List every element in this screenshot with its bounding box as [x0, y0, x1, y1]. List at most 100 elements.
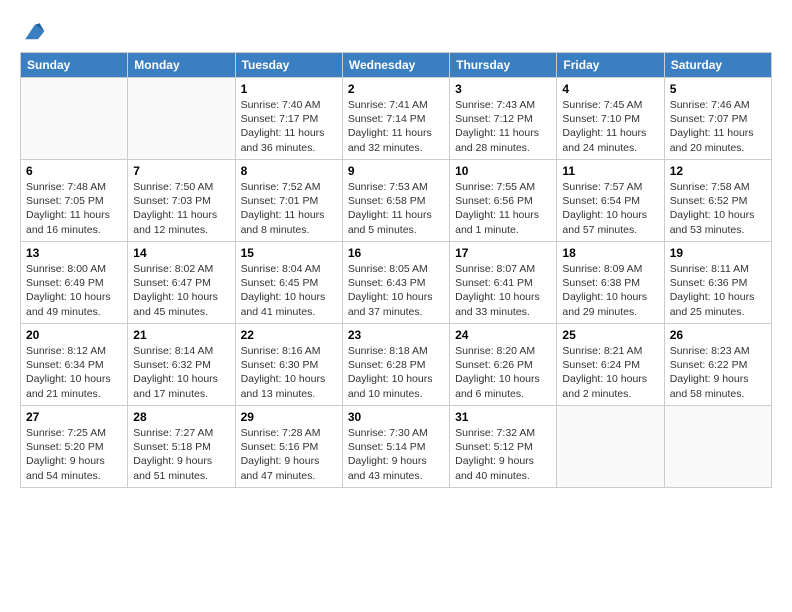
weekday-thursday: Thursday: [450, 53, 557, 78]
day-info: Sunrise: 8:11 AMSunset: 6:36 PMDaylight:…: [670, 262, 766, 319]
day-number: 7: [133, 164, 229, 178]
calendar-cell: 6Sunrise: 7:48 AMSunset: 7:05 PMDaylight…: [21, 160, 128, 242]
day-info: Sunrise: 8:20 AMSunset: 6:26 PMDaylight:…: [455, 344, 551, 401]
weekday-header-row: SundayMondayTuesdayWednesdayThursdayFrid…: [21, 53, 772, 78]
day-number: 29: [241, 410, 337, 424]
calendar-cell: 24 Sunrise: 8:20 AMSunset: 6:26 PMDayligh…: [450, 324, 557, 406]
logo-text: [20, 20, 46, 44]
calendar-cell: [128, 78, 235, 160]
calendar-cell: [557, 406, 664, 488]
weekday-sunday: Sunday: [21, 53, 128, 78]
day-info: Sunrise: 7:25 AMSunset: 5:20 PMDaylight:…: [26, 426, 122, 483]
day-number: 10: [455, 164, 551, 178]
day-info: Sunrise: 7:58 AMSunset: 6:52 PMDaylight:…: [670, 180, 766, 237]
day-info: Sunrise: 7:27 AMSunset: 5:18 PMDaylight:…: [133, 426, 229, 483]
calendar-cell: 18Sunrise: 8:09 AMSunset: 6:38 PMDayligh…: [557, 242, 664, 324]
logo: [20, 20, 46, 44]
weekday-tuesday: Tuesday: [235, 53, 342, 78]
day-number: 17: [455, 246, 551, 260]
day-number: 31: [455, 410, 551, 424]
calendar-cell: 1Sunrise: 7:40 AMSunset: 7:17 PMDaylight…: [235, 78, 342, 160]
day-info: Sunrise: 7:50 AMSunset: 7:03 PMDaylight:…: [133, 180, 229, 237]
day-number: 24: [455, 328, 551, 342]
day-info: Sunrise: 7:46 AMSunset: 7:07 PMDaylight:…: [670, 98, 766, 155]
day-number: 16: [348, 246, 444, 260]
calendar-cell: 31 Sunrise: 7:32 AMSunset: 5:12 PMDayligh…: [450, 406, 557, 488]
day-number: 4: [562, 82, 658, 96]
calendar-cell: 22 Sunrise: 8:16 AMSunset: 6:30 PMDayligh…: [235, 324, 342, 406]
day-info: Sunrise: 8:18 AMSunset: 6:28 PMDaylight:…: [348, 344, 444, 401]
calendar-table: SundayMondayTuesdayWednesdayThursdayFrid…: [20, 52, 772, 488]
day-number: 21: [133, 328, 229, 342]
day-info: Sunrise: 7:43 AMSunset: 7:12 PMDaylight:…: [455, 98, 551, 155]
weekday-saturday: Saturday: [664, 53, 771, 78]
calendar-cell: 10 Sunrise: 7:55 AMSunset: 6:56 PMDayligh…: [450, 160, 557, 242]
day-number: 23: [348, 328, 444, 342]
day-number: 22: [241, 328, 337, 342]
calendar-cell: 13 Sunrise: 8:00 AMSunset: 6:49 PMDayligh…: [21, 242, 128, 324]
calendar-cell: 20Sunrise: 8:12 AMSunset: 6:34 PMDayligh…: [21, 324, 128, 406]
day-number: 28: [133, 410, 229, 424]
page: SundayMondayTuesdayWednesdayThursdayFrid…: [0, 0, 792, 498]
day-info: Sunrise: 7:41 AMSunset: 7:14 PMDaylight:…: [348, 98, 444, 155]
calendar-cell: 9 Sunrise: 7:53 AMSunset: 6:58 PMDaylight…: [342, 160, 449, 242]
calendar-cell: 16 Sunrise: 8:05 AMSunset: 6:43 PMDayligh…: [342, 242, 449, 324]
day-info: Sunrise: 7:30 AMSunset: 5:14 PMDaylight:…: [348, 426, 444, 483]
calendar-cell: 30Sunrise: 7:30 AMSunset: 5:14 PMDayligh…: [342, 406, 449, 488]
calendar-cell: 3 Sunrise: 7:43 AMSunset: 7:12 PMDaylight…: [450, 78, 557, 160]
calendar-cell: 21 Sunrise: 8:14 AMSunset: 6:32 PMDayligh…: [128, 324, 235, 406]
weekday-wednesday: Wednesday: [342, 53, 449, 78]
calendar-cell: 19 Sunrise: 8:11 AMSunset: 6:36 PMDayligh…: [664, 242, 771, 324]
day-number: 19: [670, 246, 766, 260]
header: [20, 16, 772, 44]
day-number: 13: [26, 246, 122, 260]
calendar-cell: [21, 78, 128, 160]
calendar-cell: 25Sunrise: 8:21 AMSunset: 6:24 PMDayligh…: [557, 324, 664, 406]
day-number: 9: [348, 164, 444, 178]
logo-icon: [22, 20, 46, 44]
calendar-cell: 15Sunrise: 8:04 AMSunset: 6:45 PMDayligh…: [235, 242, 342, 324]
calendar-cell: 2 Sunrise: 7:41 AMSunset: 7:14 PMDaylight…: [342, 78, 449, 160]
day-info: Sunrise: 7:52 AMSunset: 7:01 PMDaylight:…: [241, 180, 337, 237]
weekday-friday: Friday: [557, 53, 664, 78]
calendar-week-3: 13 Sunrise: 8:00 AMSunset: 6:49 PMDayligh…: [21, 242, 772, 324]
day-info: Sunrise: 8:23 AMSunset: 6:22 PMDaylight:…: [670, 344, 766, 401]
calendar-week-1: 1Sunrise: 7:40 AMSunset: 7:17 PMDaylight…: [21, 78, 772, 160]
day-number: 6: [26, 164, 122, 178]
day-number: 3: [455, 82, 551, 96]
calendar-cell: 23 Sunrise: 8:18 AMSunset: 6:28 PMDayligh…: [342, 324, 449, 406]
day-info: Sunrise: 7:53 AMSunset: 6:58 PMDaylight:…: [348, 180, 444, 237]
day-number: 11: [562, 164, 658, 178]
calendar-week-2: 6Sunrise: 7:48 AMSunset: 7:05 PMDaylight…: [21, 160, 772, 242]
day-number: 27: [26, 410, 122, 424]
day-info: Sunrise: 7:32 AMSunset: 5:12 PMDaylight:…: [455, 426, 551, 483]
day-number: 26: [670, 328, 766, 342]
day-number: 14: [133, 246, 229, 260]
day-info: Sunrise: 8:16 AMSunset: 6:30 PMDaylight:…: [241, 344, 337, 401]
calendar-cell: 14 Sunrise: 8:02 AMSunset: 6:47 PMDayligh…: [128, 242, 235, 324]
calendar-cell: 4 Sunrise: 7:45 AMSunset: 7:10 PMDaylight…: [557, 78, 664, 160]
day-info: Sunrise: 8:02 AMSunset: 6:47 PMDaylight:…: [133, 262, 229, 319]
day-info: Sunrise: 8:04 AMSunset: 6:45 PMDaylight:…: [241, 262, 337, 319]
day-number: 25: [562, 328, 658, 342]
day-number: 8: [241, 164, 337, 178]
calendar-cell: 11 Sunrise: 7:57 AMSunset: 6:54 PMDayligh…: [557, 160, 664, 242]
calendar-cell: 17 Sunrise: 8:07 AMSunset: 6:41 PMDayligh…: [450, 242, 557, 324]
calendar-cell: 7 Sunrise: 7:50 AMSunset: 7:03 PMDaylight…: [128, 160, 235, 242]
day-info: Sunrise: 7:57 AMSunset: 6:54 PMDaylight:…: [562, 180, 658, 237]
day-info: Sunrise: 8:05 AMSunset: 6:43 PMDaylight:…: [348, 262, 444, 319]
day-info: Sunrise: 7:28 AMSunset: 5:16 PMDaylight:…: [241, 426, 337, 483]
calendar-cell: 28 Sunrise: 7:27 AMSunset: 5:18 PMDayligh…: [128, 406, 235, 488]
day-number: 12: [670, 164, 766, 178]
calendar-cell: 29 Sunrise: 7:28 AMSunset: 5:16 PMDayligh…: [235, 406, 342, 488]
day-info: Sunrise: 8:00 AMSunset: 6:49 PMDaylight:…: [26, 262, 122, 319]
day-number: 2: [348, 82, 444, 96]
calendar-cell: 27 Sunrise: 7:25 AMSunset: 5:20 PMDayligh…: [21, 406, 128, 488]
day-info: Sunrise: 8:14 AMSunset: 6:32 PMDaylight:…: [133, 344, 229, 401]
day-info: Sunrise: 7:55 AMSunset: 6:56 PMDaylight:…: [455, 180, 551, 237]
day-info: Sunrise: 8:12 AMSunset: 6:34 PMDaylight:…: [26, 344, 122, 401]
day-info: Sunrise: 8:09 AMSunset: 6:38 PMDaylight:…: [562, 262, 658, 319]
day-info: Sunrise: 7:45 AMSunset: 7:10 PMDaylight:…: [562, 98, 658, 155]
day-info: Sunrise: 8:07 AMSunset: 6:41 PMDaylight:…: [455, 262, 551, 319]
day-info: Sunrise: 7:40 AMSunset: 7:17 PMDaylight:…: [241, 98, 337, 155]
